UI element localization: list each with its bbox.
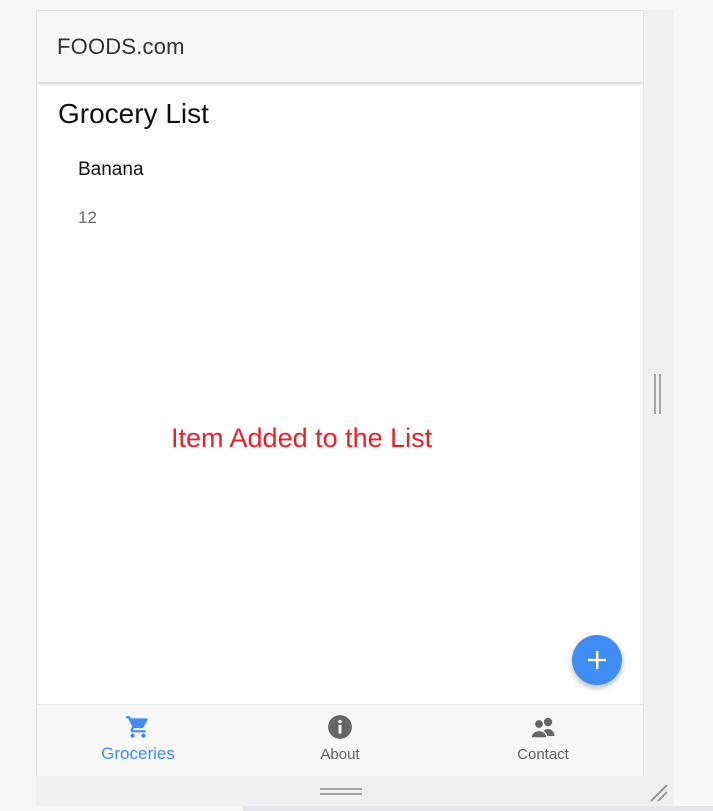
corner-resize-icon[interactable] [648, 782, 670, 804]
plus-icon [588, 651, 606, 669]
vertical-resize-handle[interactable] [654, 374, 662, 414]
nav-label-groceries: Groceries [101, 744, 175, 763]
list-item-name: Banana [78, 159, 144, 180]
horizontal-resize-handle[interactable] [320, 788, 362, 796]
nav-item-contact[interactable]: Contact [483, 705, 603, 776]
app-bar: FOODS.com [37, 11, 643, 82]
info-icon [327, 714, 353, 740]
window-edge [243, 806, 713, 811]
grocery-list-page: Grocery List Banana 12 Item Added to the… [37, 82, 643, 705]
app-frame: FOODS.com Grocery List Banana 12 Item Ad… [36, 10, 644, 776]
add-item-button[interactable] [572, 635, 622, 685]
app-title: FOODS.com [57, 33, 185, 59]
nav-label-contact: Contact [517, 746, 569, 763]
page-title: Grocery List [58, 98, 209, 129]
nav-label-about: About [320, 746, 360, 763]
list-item-quantity: 12 [78, 208, 97, 227]
nav-item-groceries[interactable]: Groceries [78, 705, 198, 776]
contacts-icon [529, 714, 557, 740]
bottom-navigation: Groceries About Contact [37, 704, 643, 776]
toast-message: Item Added to the List [171, 423, 433, 453]
nav-item-about[interactable]: About [280, 705, 400, 776]
shopping-cart-icon [125, 714, 151, 740]
